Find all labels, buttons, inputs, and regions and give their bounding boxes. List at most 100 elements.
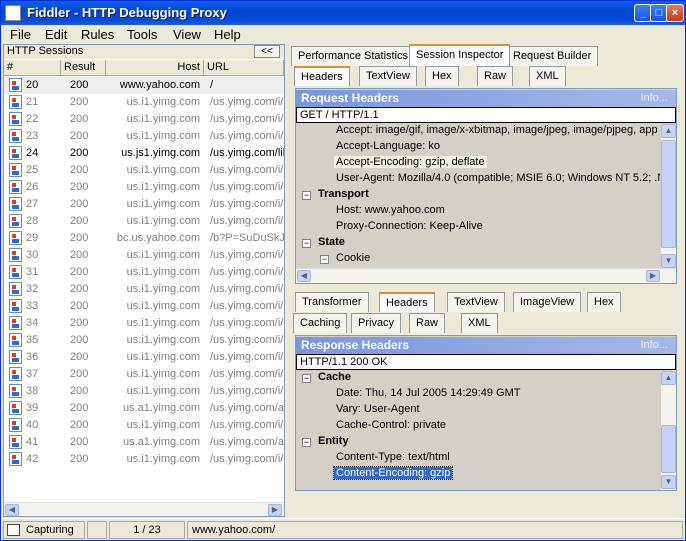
session-row[interactable]: 41 200 us.a1.yimg.com/us.yimg.com/a/ bbox=[4, 434, 284, 451]
tab-resp-imageview[interactable]: ImageView bbox=[513, 292, 582, 312]
session-row[interactable]: 25 200 us.i1.yimg.com/us.yimg.com/i/ bbox=[4, 162, 284, 179]
header-group[interactable]: Cache bbox=[316, 371, 353, 383]
sessions-hscrollbar[interactable]: ◀ ▶ bbox=[4, 502, 284, 516]
session-row[interactable]: 22 200 us.i1.yimg.com/us.yimg.com/i/ bbox=[4, 111, 284, 128]
collapse-toggle-icon[interactable]: − bbox=[320, 255, 329, 264]
session-url: /us.yimg.com/lib bbox=[210, 147, 284, 159]
header-subgroup[interactable]: Cookie bbox=[334, 252, 372, 264]
session-result: 200 bbox=[70, 96, 89, 108]
session-num: 31 bbox=[26, 266, 39, 278]
header-text: Vary: User-Agent bbox=[336, 403, 420, 415]
header-item[interactable]: Accept-Encoding: gzip, deflate bbox=[334, 156, 487, 168]
tab-request-builder[interactable]: Request Builder bbox=[506, 46, 599, 66]
capture-status[interactable]: Capturing bbox=[3, 521, 85, 539]
header-item[interactable]: Accept-Language: ko bbox=[334, 140, 442, 152]
scroll-left-icon[interactable]: ◀ bbox=[297, 270, 311, 282]
menu-edit[interactable]: Edit bbox=[45, 27, 67, 42]
tab-resp-transformer[interactable]: Transformer bbox=[295, 292, 369, 312]
session-row[interactable]: 32 200 us.i1.yimg.com/us.yimg.com/i/ bbox=[4, 281, 284, 298]
tab-resp-xml[interactable]: XML bbox=[461, 313, 498, 333]
tab-req-xml[interactable]: XML bbox=[529, 66, 566, 86]
header-item[interactable]: Content-Encoding: gzip bbox=[332, 466, 454, 480]
header-item[interactable]: Content-Type: text/html bbox=[334, 451, 452, 463]
session-row[interactable]: 40 200 us.i1.yimg.com/us.yimg.com/i/ bbox=[4, 417, 284, 434]
session-row[interactable]: 20 200 www.yahoo.com / bbox=[4, 77, 284, 94]
scroll-right-icon[interactable]: ▶ bbox=[268, 504, 282, 516]
scroll-thumb[interactable] bbox=[661, 425, 676, 473]
request-hscrollbar[interactable]: ◀ ▶ bbox=[296, 268, 676, 283]
tab-performance-statistics[interactable]: Performance Statistics bbox=[291, 46, 416, 66]
session-row[interactable]: 39 200 us.a1.yimg.com/us.yimg.com/a/ bbox=[4, 400, 284, 417]
session-row[interactable]: 29 200 bc.us.yahoo.com/b?P=SuDuSkJe bbox=[4, 230, 284, 247]
request-vscrollbar[interactable]: ▲ ▼ bbox=[661, 124, 676, 268]
tab-resp-textview[interactable]: TextView bbox=[447, 292, 505, 312]
session-result: 200 bbox=[70, 79, 89, 91]
tab-resp-privacy[interactable]: Privacy bbox=[351, 313, 402, 333]
tab-resp-raw[interactable]: Raw bbox=[409, 313, 446, 333]
menu-tools[interactable]: Tools bbox=[127, 27, 157, 42]
response-vscrollbar[interactable]: ▲ ▼ bbox=[661, 371, 676, 490]
header-group[interactable]: State bbox=[316, 236, 347, 248]
menu-rules[interactable]: Rules bbox=[81, 27, 114, 42]
scroll-left-icon[interactable]: ◀ bbox=[5, 504, 19, 516]
scroll-up-icon[interactable]: ▲ bbox=[661, 124, 676, 138]
session-row[interactable]: 23 200 us.i1.yimg.com/us.yimg.com/i/ bbox=[4, 128, 284, 145]
session-num: 38 bbox=[26, 385, 39, 397]
scroll-right-icon[interactable]: ▶ bbox=[646, 270, 660, 282]
session-row[interactable]: 21 200 us.i1.yimg.com/us.yimg.com/i/ bbox=[4, 94, 284, 111]
menu-file[interactable]: File bbox=[10, 27, 31, 42]
session-url: /us.yimg.com/i/ bbox=[210, 317, 284, 329]
scroll-down-icon[interactable]: ▼ bbox=[661, 254, 676, 268]
session-row[interactable]: 26 200 us.i1.yimg.com/us.yimg.com/i/ bbox=[4, 179, 284, 196]
tab-req-raw[interactable]: Raw bbox=[477, 66, 514, 86]
collapse-toggle-icon[interactable]: − bbox=[302, 191, 311, 200]
collapse-button[interactable]: << bbox=[254, 45, 280, 58]
session-row[interactable]: 24 200 us.js1.yimg.com/us.yimg.com/lib bbox=[4, 145, 284, 162]
scroll-up-icon[interactable]: ▲ bbox=[661, 371, 676, 385]
session-row[interactable]: 38 200 us.i1.yimg.com/us.yimg.com/i/ bbox=[4, 383, 284, 400]
scroll-thumb[interactable] bbox=[661, 140, 676, 248]
menu-view[interactable]: View bbox=[173, 27, 201, 42]
tab-session-inspector[interactable]: Session Inspector bbox=[409, 44, 511, 66]
session-row[interactable]: 33 200 us.i1.yimg.com/us.yimg.com/i/ bbox=[4, 298, 284, 315]
session-row[interactable]: 36 200 us.i1.yimg.com/us.yimg.com/i/ bbox=[4, 349, 284, 366]
tab-req-textview[interactable]: TextView bbox=[359, 66, 417, 86]
session-row[interactable]: 35 200 us.i1.yimg.com/us.yimg.com/i/ bbox=[4, 332, 284, 349]
header-item[interactable]: Host: www.yahoo.com bbox=[334, 204, 447, 216]
session-row[interactable]: 27 200 us.i1.yimg.com/us.yimg.com/i/ bbox=[4, 196, 284, 213]
collapse-toggle-icon[interactable]: − bbox=[302, 438, 311, 447]
header-item[interactable]: User-Agent: Mozilla/4.0 (compatible; MSI… bbox=[334, 172, 660, 184]
session-row[interactable]: 42 200 us.i1.yimg.com/us.yimg.com/i/ bbox=[4, 451, 284, 468]
col-result[interactable]: Result bbox=[61, 60, 106, 76]
tab-req-headers[interactable]: Headers bbox=[294, 66, 350, 86]
header-item[interactable]: Vary: User-Agent bbox=[334, 403, 422, 415]
tab-req-hex[interactable]: Hex bbox=[425, 66, 459, 86]
col-num[interactable]: # bbox=[4, 60, 61, 76]
menu-help[interactable]: Help bbox=[214, 27, 241, 42]
session-row[interactable]: 31 200 us.i1.yimg.com/us.yimg.com/i/ bbox=[4, 264, 284, 281]
session-num: 41 bbox=[26, 436, 39, 448]
header-group[interactable]: Entity bbox=[316, 435, 351, 447]
session-row[interactable]: 28 200 us.i1.yimg.com/us.yimg.com/i/ bbox=[4, 213, 284, 230]
collapse-toggle-icon[interactable]: − bbox=[302, 374, 311, 383]
header-item[interactable]: Proxy-Connection: Keep-Alive bbox=[334, 220, 485, 232]
header-group[interactable]: Transport bbox=[316, 188, 371, 200]
image-icon bbox=[9, 180, 22, 194]
header-item[interactable]: Cache-Control: private bbox=[334, 419, 448, 431]
tab-resp-caching[interactable]: Caching bbox=[293, 313, 348, 333]
header-item[interactable]: Accept: image/gif, image/x-xbitmap, imag… bbox=[334, 124, 660, 136]
close-button[interactable]: × bbox=[666, 4, 684, 22]
request-info-link[interactable]: Info... bbox=[640, 92, 668, 104]
col-url[interactable]: URL bbox=[204, 60, 284, 76]
session-row[interactable]: 34 200 us.i1.yimg.com/us.yimg.com/i/ bbox=[4, 315, 284, 332]
tab-resp-headers[interactable]: Headers bbox=[379, 292, 435, 312]
session-row[interactable]: 30 200 us.i1.yimg.com/us.yimg.com/i/ bbox=[4, 247, 284, 264]
session-url: /us.yimg.com/i/ bbox=[210, 266, 284, 278]
session-row[interactable]: 37 200 us.i1.yimg.com/us.yimg.com/i/ bbox=[4, 366, 284, 383]
collapse-toggle-icon[interactable]: − bbox=[302, 239, 311, 248]
response-info-link[interactable]: Info... bbox=[640, 339, 668, 351]
header-item[interactable]: Date: Thu, 14 Jul 2005 14:29:49 GMT bbox=[334, 387, 522, 399]
col-host[interactable]: Host bbox=[106, 60, 204, 76]
tab-resp-hex[interactable]: Hex bbox=[587, 292, 621, 312]
scroll-down-icon[interactable]: ▼ bbox=[661, 475, 676, 489]
